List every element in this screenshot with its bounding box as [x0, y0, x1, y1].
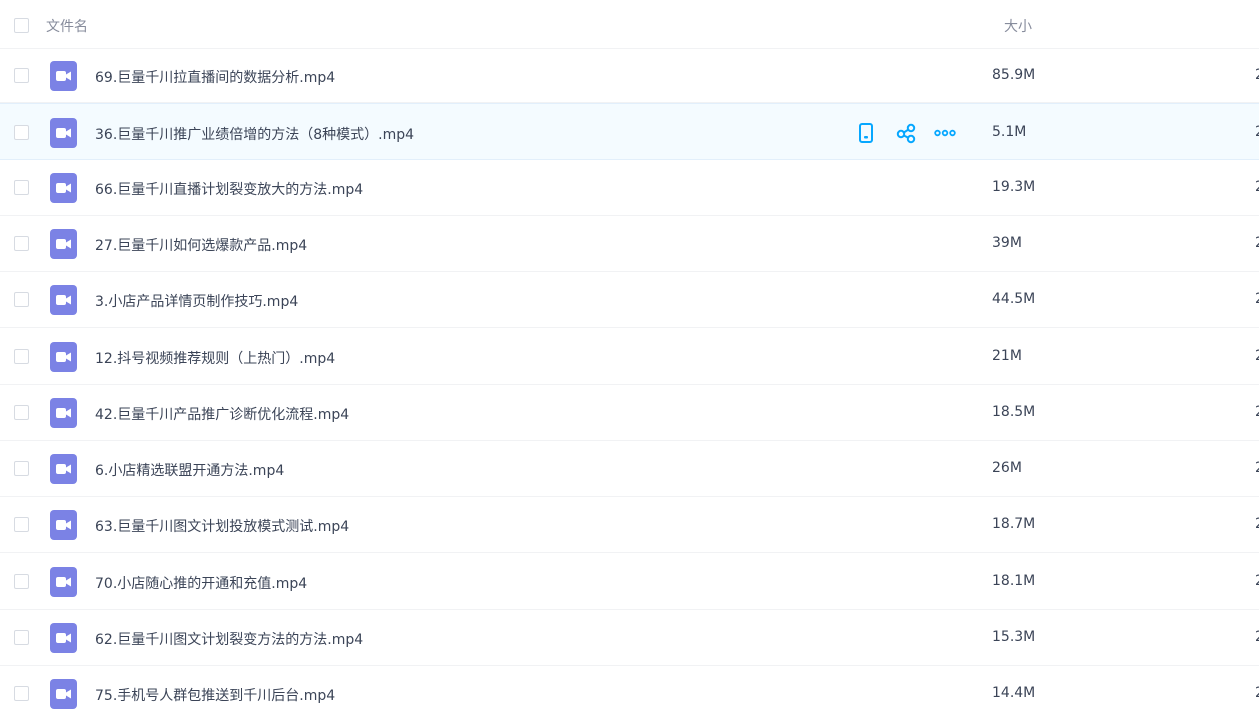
video-file-icon	[50, 229, 77, 259]
file-row[interactable]: 6.小店精选联盟开通方法.mp4 26M 2	[0, 441, 1259, 497]
select-all-checkbox[interactable]	[14, 18, 29, 33]
file-name[interactable]: 62.巨量千川图文计划裂变方法的方法.mp4	[95, 629, 363, 649]
file-name[interactable]: 75.手机号人群包推送到千川后台.mp4	[95, 685, 335, 705]
video-file-icon	[50, 679, 77, 709]
file-list: 文件名 大小 69.巨量千川拉直播间的数据分析.mp485.9M236.巨量千川…	[0, 0, 1259, 718]
file-row[interactable]: 27.巨量千川如何选爆款产品.mp4 39M 2	[0, 216, 1259, 272]
file-size: 19.3M	[992, 179, 1036, 195]
file-size: 14.4M	[992, 685, 1036, 701]
file-date-truncated: 2	[1255, 404, 1259, 420]
row-checkbox[interactable]	[14, 124, 29, 140]
file-row[interactable]: 69.巨量千川拉直播间的数据分析.mp4 85.9M 2	[0, 49, 1259, 103]
row-checkbox[interactable]	[14, 292, 29, 307]
file-size: 18.5M	[992, 404, 1036, 420]
row-checkbox[interactable]	[14, 236, 29, 251]
file-name[interactable]: 66.巨量千川直播计划裂变放大的方法.mp4	[95, 179, 363, 199]
file-name[interactable]: 3.小店产品详情页制作技巧.mp4	[95, 291, 298, 311]
row-checkbox[interactable]	[14, 630, 29, 645]
file-size: 39M	[992, 235, 1022, 251]
column-header-name[interactable]: 文件名	[46, 16, 88, 36]
file-date-truncated: 2	[1255, 179, 1259, 195]
file-date-truncated: 2	[1255, 629, 1259, 645]
file-name[interactable]: 12.抖号视频推荐规则（上热门）.mp4	[95, 348, 335, 368]
file-name[interactable]: 42.巨量千川产品推广诊断优化流程.mp4	[95, 404, 349, 424]
file-size: 15.3M	[992, 629, 1036, 645]
file-size: 5.1M	[992, 123, 1027, 140]
video-file-icon	[50, 285, 77, 315]
file-date-truncated: 2	[1255, 67, 1259, 83]
file-row[interactable]: 3.小店产品详情页制作技巧.mp4 44.5M 2	[0, 272, 1259, 328]
file-date-truncated: 2	[1255, 348, 1259, 364]
file-name[interactable]: 69.巨量千川拉直播间的数据分析.mp4	[95, 67, 335, 87]
column-header-size[interactable]: 大小	[1004, 16, 1032, 36]
file-row[interactable]: 12.抖号视频推荐规则（上热门）.mp4 21M 2	[0, 328, 1259, 385]
video-file-icon	[50, 61, 77, 91]
video-file-icon	[50, 117, 77, 148]
file-date-truncated: 2	[1255, 460, 1259, 476]
file-date-truncated: 2	[1255, 573, 1259, 589]
row-checkbox[interactable]	[14, 405, 29, 420]
row-checkbox[interactable]	[14, 686, 29, 701]
phone-icon[interactable]	[855, 122, 877, 144]
file-name[interactable]: 63.巨量千川图文计划投放模式测试.mp4	[95, 516, 349, 536]
row-checkbox[interactable]	[14, 461, 29, 476]
video-file-icon	[50, 173, 77, 203]
file-date-truncated: 2	[1255, 235, 1259, 251]
file-date-truncated: 2	[1255, 516, 1259, 532]
file-row[interactable]: 66.巨量千川直播计划裂变放大的方法.mp4 19.3M 2	[0, 160, 1259, 216]
file-row[interactable]: 62.巨量千川图文计划裂变方法的方法.mp4 15.3M 2	[0, 610, 1259, 666]
file-size: 85.9M	[992, 67, 1036, 83]
file-date-truncated: 2	[1255, 124, 1259, 140]
file-name[interactable]: 70.小店随心推的开通和充值.mp4	[95, 573, 307, 593]
row-checkbox[interactable]	[14, 573, 29, 589]
file-size: 18.7M	[992, 516, 1036, 532]
file-list-header: 文件名 大小	[0, 0, 1259, 49]
file-row[interactable]: 70.小店随心推的开通和充值.mp4 18.1M 2	[0, 553, 1259, 610]
file-size: 18.1M	[992, 572, 1036, 589]
file-name[interactable]: 27.巨量千川如何选爆款产品.mp4	[95, 235, 307, 255]
video-file-icon	[50, 398, 77, 428]
file-name[interactable]: 6.小店精选联盟开通方法.mp4	[95, 460, 284, 480]
file-size: 21M	[992, 347, 1022, 364]
row-checkbox[interactable]	[14, 517, 29, 532]
file-row[interactable]: 36.巨量千川推广业绩倍增的方法（8种模式）.mp4 5.1M 2	[0, 103, 1259, 160]
video-file-icon	[50, 341, 77, 372]
file-date-truncated: 2	[1255, 685, 1259, 701]
file-row[interactable]: 42.巨量千川产品推广诊断优化流程.mp4 18.5M 2	[0, 385, 1259, 441]
row-checkbox[interactable]	[14, 348, 29, 364]
file-row[interactable]: 63.巨量千川图文计划投放模式测试.mp4 18.7M 2	[0, 497, 1259, 553]
file-date-truncated: 2	[1255, 291, 1259, 307]
file-name[interactable]: 36.巨量千川推广业绩倍增的方法（8种模式）.mp4	[95, 124, 414, 144]
file-size: 44.5M	[992, 291, 1036, 307]
row-checkbox[interactable]	[14, 180, 29, 195]
file-size: 26M	[992, 460, 1022, 476]
share-icon[interactable]	[895, 122, 917, 144]
file-row[interactable]: 75.手机号人群包推送到千川后台.mp4 14.4M 2	[0, 666, 1259, 718]
video-file-icon	[50, 454, 77, 484]
video-file-icon	[50, 566, 77, 597]
row-checkbox[interactable]	[14, 68, 29, 83]
row-hover-actions	[855, 122, 965, 146]
video-file-icon	[50, 510, 77, 540]
video-file-icon	[50, 623, 77, 653]
more-icon[interactable]	[934, 122, 956, 144]
